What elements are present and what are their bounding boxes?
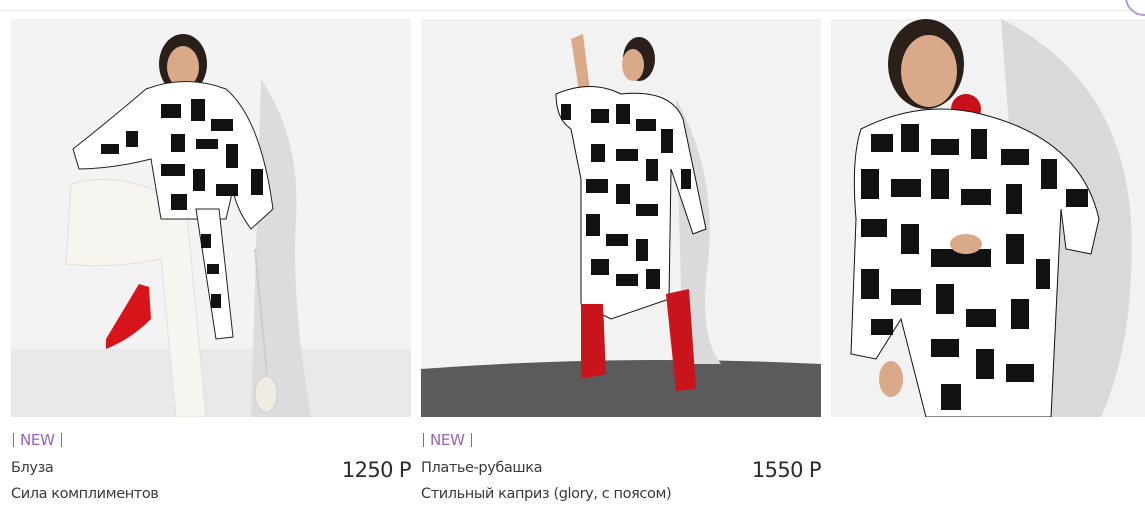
badge-divider [423,433,424,447]
product-info: Платье-рубашка Стильный каприз (glory, с… [421,455,822,507]
new-badge[interactable]: NEW [20,431,55,449]
badge-divider [13,433,14,447]
product-description[interactable]: Сила комплиментов [11,481,411,507]
new-badge[interactable]: NEW [430,431,465,449]
product-card[interactable] [831,19,1145,417]
product-card[interactable]: NEW Блуза Сила комплиментов 1250 Р [11,19,412,507]
product-photo[interactable] [421,19,821,417]
product-card[interactable]: NEW Платье-рубашка Стильный каприз (glor… [421,19,822,507]
product-info: Блуза Сила комплиментов 1250 Р [11,455,412,507]
badge-divider [470,433,472,447]
product-description[interactable]: Стильный каприз (glory, с поясом) [421,481,821,507]
corner-circle-button[interactable] [1125,0,1145,16]
dress-photo-icon [421,19,821,417]
product-photo[interactable] [831,19,1145,417]
product-photo[interactable] [11,19,411,417]
dress-closeup-photo-icon [831,19,1145,417]
product-price: 1550 Р [751,458,822,482]
header-divider [0,0,1145,11]
product-price: 1250 Р [341,458,412,482]
blouse-photo-icon [11,19,411,417]
badge-row: NEW [11,431,411,449]
badge-divider [60,433,62,447]
badge-row: NEW [421,431,821,449]
